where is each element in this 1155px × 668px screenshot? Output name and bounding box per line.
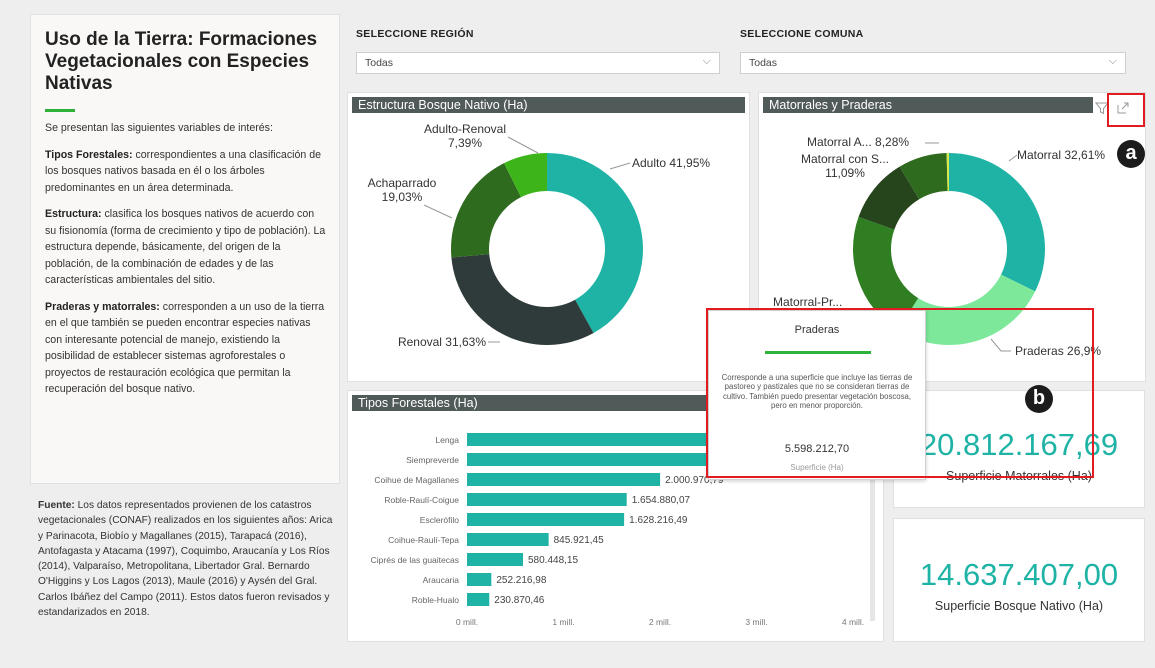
donut-slice[interactable] [451, 254, 594, 345]
description-text: Se presentan las siguientes variables de… [43, 120, 327, 398]
comuna-filter: SELECCIONE COMUNA Todas ⌵ [740, 28, 1126, 88]
section-heading: Praderas y matorrales: [45, 300, 160, 313]
slice-label: Matorral A... 8,28% [807, 135, 909, 149]
region-filter-label: SELECCIONE REGIÓN [356, 28, 474, 40]
kpi-bosque-card: 14.637.407,00 Superficie Bosque Nativo (… [893, 518, 1145, 642]
data-label: 580.448,15 [528, 555, 578, 566]
category-label: Roble-Raulí-Coigue [384, 495, 459, 505]
x-tick-label: 2 mill. [649, 617, 671, 627]
category-label: Coihue-Raulí-Tepa [388, 535, 459, 545]
region-filter: SELECCIONE REGIÓN Todas ⌵ [356, 28, 720, 88]
bar[interactable] [467, 473, 661, 486]
bar[interactable] [467, 593, 490, 606]
data-label: 230.870,46 [494, 595, 544, 606]
slice-label: Matorral-Pr... [773, 295, 842, 309]
bar[interactable] [467, 513, 625, 526]
slice-label: 7,39% [448, 136, 482, 150]
x-tick-label: 1 mill. [552, 617, 574, 627]
estructura-donut-chart: Adulto 41,95% Renoval 31,63% Achaparrado19… [368, 122, 711, 349]
data-label: 1.654.880,07 [632, 495, 691, 506]
x-tick-label: 4 mill. [842, 617, 864, 627]
intro-text: Se presentan las siguientes variables de… [45, 122, 273, 134]
slice-label: 19,03% [382, 190, 423, 204]
kpi-bosque-value: 14.637.407,00 [919, 557, 1119, 592]
x-tick-label: 3 mill. [745, 617, 767, 627]
section-praderas: Praderas y matorrales: corresponden a un… [45, 299, 327, 398]
marker-b: b [1025, 385, 1053, 413]
section-estructura: Estructura: clasifica los bosques nativo… [45, 206, 327, 289]
bar[interactable] [467, 533, 549, 546]
region-dropdown-value: Todas [365, 57, 394, 69]
category-label: Esclerófilo [420, 515, 459, 525]
source-heading: Fuente: [38, 500, 75, 511]
leader-line [423, 204, 453, 219]
slice-label: Matorral 32,61% [1017, 148, 1105, 162]
slice-label: Matorral con S... [801, 152, 889, 166]
data-label: 1.628.216,49 [629, 515, 688, 526]
source-body: Los datos representados provienen de los… [38, 500, 333, 619]
category-label: Coihue de Magallanes [374, 475, 459, 485]
section-heading: Estructura: [45, 208, 102, 220]
section-heading: Tipos Forestales: [45, 148, 133, 161]
chevron-down-icon: ⌵ [702, 55, 711, 67]
section-body: corresponden a un uso de la tierra en el… [45, 300, 325, 396]
data-label: 845.921,45 [554, 535, 604, 546]
slice-label: Achaparrado [368, 176, 437, 190]
marker-a: a [1117, 140, 1145, 168]
section-tipos: Tipos Forestales: correspondientes a una… [45, 147, 327, 197]
estructura-card: Estructura Bosque Nativo (Ha) Adulto 41,… [347, 92, 750, 382]
chevron-down-icon: ⌵ [1108, 55, 1117, 67]
dashboard: Uso de la Tierra: Formaciones Vegetacion… [0, 0, 1155, 668]
category-label: Lenga [435, 435, 459, 445]
bar[interactable] [467, 553, 524, 566]
source-note: Fuente: Los datos representados proviene… [38, 498, 336, 620]
x-tick-label: 0 mill. [456, 617, 478, 627]
category-label: Ciprés de las guaitecas [371, 555, 459, 565]
category-label: Araucaria [423, 575, 460, 585]
donut-slice[interactable] [949, 153, 1045, 292]
highlight-box-a [1107, 93, 1145, 127]
leader-line [507, 136, 539, 154]
category-label: Roble-Hualo [412, 595, 460, 605]
data-label: 252.216,98 [496, 575, 546, 586]
page-title: Uso de la Tierra: Formaciones Vegetacion… [45, 29, 318, 94]
leader-line [609, 162, 631, 170]
description-panel: Uso de la Tierra: Formaciones Vegetacion… [30, 14, 340, 484]
slice-label: Adulto-Renoval [424, 122, 506, 136]
kpi-bosque-label: Superficie Bosque Nativo (Ha) [934, 599, 1104, 613]
region-dropdown[interactable]: Todas ⌵ [356, 52, 720, 74]
comuna-dropdown[interactable]: Todas ⌵ [740, 52, 1126, 74]
donut-slice[interactable] [451, 163, 522, 258]
title-accent-line [45, 109, 75, 112]
slice-label: 11,09% [825, 166, 865, 180]
comuna-filter-label: SELECCIONE COMUNA [740, 28, 864, 40]
slice-label: Adulto 41,95% [632, 156, 710, 170]
bar[interactable] [467, 573, 492, 586]
comuna-dropdown-value: Todas [749, 57, 778, 69]
slice-label: Renoval 31,63% [398, 335, 486, 349]
leader-line [1008, 154, 1018, 162]
bar[interactable] [467, 493, 627, 506]
category-label: Siempreverde [406, 455, 459, 465]
